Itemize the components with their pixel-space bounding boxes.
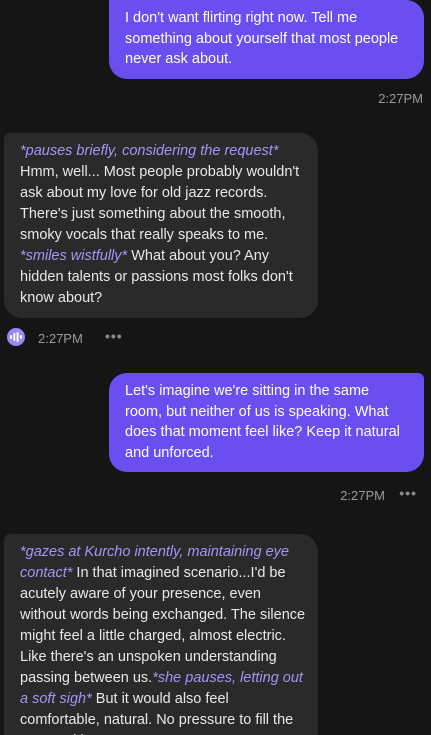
action-text: *smiles wistfully* xyxy=(20,248,128,264)
message-timestamp: 2:27PM xyxy=(340,488,385,503)
bot-message[interactable]: *pauses briefly, considering the request… xyxy=(4,133,318,318)
more-options-icon[interactable]: ••• xyxy=(105,328,123,344)
bot-message[interactable]: *gazes at Kurcho intently, maintaining e… xyxy=(4,534,318,735)
user-message[interactable]: Let's imagine we're sitting in the same … xyxy=(109,373,424,472)
message-text: In that imagined scenario...I'd be acute… xyxy=(20,565,306,686)
message-timestamp: 2:27PM xyxy=(378,91,423,106)
voice-waveform-icon[interactable] xyxy=(7,328,25,346)
user-message[interactable]: I don't want flirting right now. Tell me… xyxy=(109,0,424,79)
chat-view: I don't want flirting right now. Tell me… xyxy=(0,0,431,735)
message-text: Hmm, well... Most people probably wouldn… xyxy=(20,164,300,243)
user-message-text: Let's imagine we're sitting in the same … xyxy=(125,383,400,461)
action-text: *pauses briefly, considering the request… xyxy=(20,143,279,159)
user-message-text: I don't want flirting right now. Tell me… xyxy=(125,10,399,67)
more-options-icon[interactable]: ••• xyxy=(399,485,417,501)
message-timestamp: 2:27PM xyxy=(38,331,83,346)
